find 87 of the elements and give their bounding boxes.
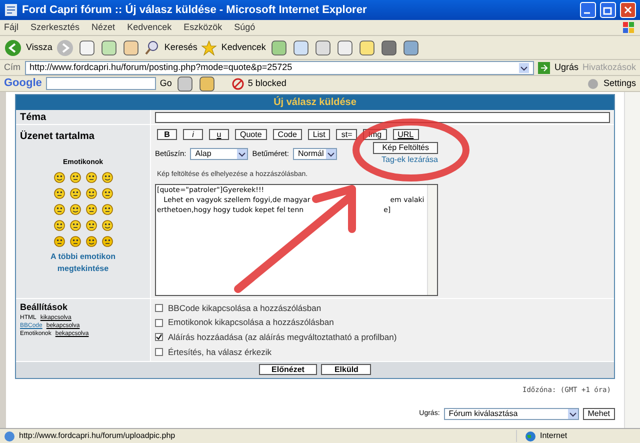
forum-select[interactable]: Fórum kiválasztása: [444, 408, 579, 420]
close-icon[interactable]: [620, 2, 636, 18]
menu-item[interactable]: Nézet: [92, 20, 116, 34]
browser-icon: [4, 3, 18, 17]
menu-item[interactable]: Kedvencek: [127, 20, 172, 34]
image-upload-button[interactable]: Kép Feltöltés: [373, 142, 438, 154]
settings-button[interactable]: Settings: [587, 76, 636, 90]
checkbox-label: Értesítés, ha válasz érkezik: [168, 346, 272, 358]
smiley-icon[interactable]: [70, 204, 80, 214]
checkbox[interactable]: [155, 304, 163, 312]
search-icon: [144, 40, 160, 56]
format-button[interactable]: st=: [336, 129, 358, 140]
smiley-icon[interactable]: [54, 220, 64, 230]
globe-icon: [525, 430, 536, 442]
smiley-icon[interactable]: [86, 236, 96, 246]
format-button[interactable]: Code: [272, 129, 302, 140]
windows-logo-icon: [622, 20, 636, 34]
blocked-icon: [232, 78, 244, 90]
font-size-select[interactable]: Normál: [292, 148, 337, 160]
smiley-icon[interactable]: [86, 204, 96, 214]
address-label: Cím: [4, 60, 20, 74]
smiley-icon[interactable]: [70, 236, 80, 246]
format-button[interactable]: URL: [392, 129, 419, 140]
smiley-icon[interactable]: [102, 236, 112, 246]
smiley-icon[interactable]: [102, 220, 112, 230]
smiley-icon[interactable]: [54, 172, 64, 182]
menu-item[interactable]: Súgó: [234, 20, 256, 34]
format-button[interactable]: Quote: [235, 129, 267, 140]
address-field[interactable]: http://www.fordcapri.hu/forum/posting.php?mode=quote&p=25725: [24, 60, 534, 74]
smiley-icon[interactable]: [70, 188, 80, 198]
smiley-icon[interactable]: [54, 204, 64, 214]
options-label: Beállítások: [20, 300, 69, 314]
smiley-icon[interactable]: [102, 188, 112, 198]
checkbox-label: BBCode kikapcsolása a hozzászólásban: [168, 302, 322, 314]
go-button[interactable]: Ugrás: [538, 60, 578, 74]
close-tags-link[interactable]: Tag-ek lezárása: [382, 154, 438, 166]
font-color-select[interactable]: Alap: [190, 148, 248, 160]
checkmark-icon: [156, 334, 162, 340]
go-arrow-icon: [538, 62, 550, 74]
smiley-icon[interactable]: [70, 172, 80, 182]
subject-label: Téma: [20, 110, 46, 124]
google-logo: Google: [4, 76, 42, 92]
smiley-icon[interactable]: [102, 204, 112, 214]
format-button[interactable]: i: [183, 129, 203, 140]
submit-button[interactable]: Előnézet: [258, 364, 318, 375]
font-size-value: Normál: [298, 148, 324, 160]
format-button[interactable]: u: [209, 129, 229, 140]
checkbox[interactable]: [155, 333, 163, 342]
checkbox-label: Aláírás hozzáadása (az aláírás megváltoztatható a profilban): [168, 331, 397, 344]
popup-blocker-button[interactable]: 5 blocked: [232, 76, 286, 90]
jump-button[interactable]: Mehet: [582, 408, 615, 420]
back-button[interactable]: Vissza: [4, 38, 52, 56]
window-title: Ford Capri fórum :: Új válasz küldése - Microsoft Internet Explorer: [22, 2, 368, 18]
format-button[interactable]: B: [157, 129, 177, 140]
menu-item[interactable]: Eszközök: [184, 20, 222, 34]
more-emoticons-link[interactable]: A többi emotikon megtekintése: [48, 250, 118, 274]
star-icon: [201, 40, 218, 56]
submit-button[interactable]: Elküld: [321, 364, 372, 375]
scrollbar[interactable]: [427, 184, 437, 294]
page-scrollbar[interactable]: [624, 92, 640, 428]
smiley-icon[interactable]: [86, 188, 96, 198]
status-url: http://www.fordcapri.hu/forum/uploadpic.php: [19, 430, 176, 442]
checkbox[interactable]: [155, 318, 163, 327]
menu-item[interactable]: Fájl: [4, 20, 19, 34]
address-url: http://www.fordcapri.hu/forum/posting.php?mode=quote&p=25725: [30, 60, 294, 74]
smiley-icon[interactable]: [102, 172, 112, 182]
checkbox[interactable]: [155, 348, 163, 356]
search-button[interactable]: Keresés: [144, 40, 198, 56]
checkbox-label: Emotikonok kikapcsolása a hozzászólásban: [168, 316, 334, 329]
font-color-value: Alap: [195, 148, 212, 160]
menu-item[interactable]: Szerkesztés: [30, 20, 80, 34]
smiley-icon[interactable]: [54, 188, 64, 198]
favorites-button[interactable]: Kedvencek: [201, 40, 266, 56]
restore-icon[interactable]: [600, 2, 616, 18]
smiley-icon[interactable]: [54, 236, 64, 246]
google-go-button[interactable]: Go: [160, 76, 172, 90]
minimize-icon[interactable]: [580, 2, 596, 18]
format-button[interactable]: List: [308, 129, 330, 140]
message-label: Üzenet tartalma: [20, 130, 96, 144]
subject-field[interactable]: [155, 112, 610, 122]
form-title: Új válasz küldése: [274, 95, 356, 110]
forum-select-value: Fórum kiválasztása: [448, 408, 518, 420]
smiley-icon[interactable]: [86, 172, 96, 182]
zone-label: Internet: [540, 430, 568, 442]
google-search-field[interactable]: [46, 77, 156, 90]
smiley-icon[interactable]: [70, 220, 80, 230]
smiley-icon[interactable]: [86, 220, 96, 230]
